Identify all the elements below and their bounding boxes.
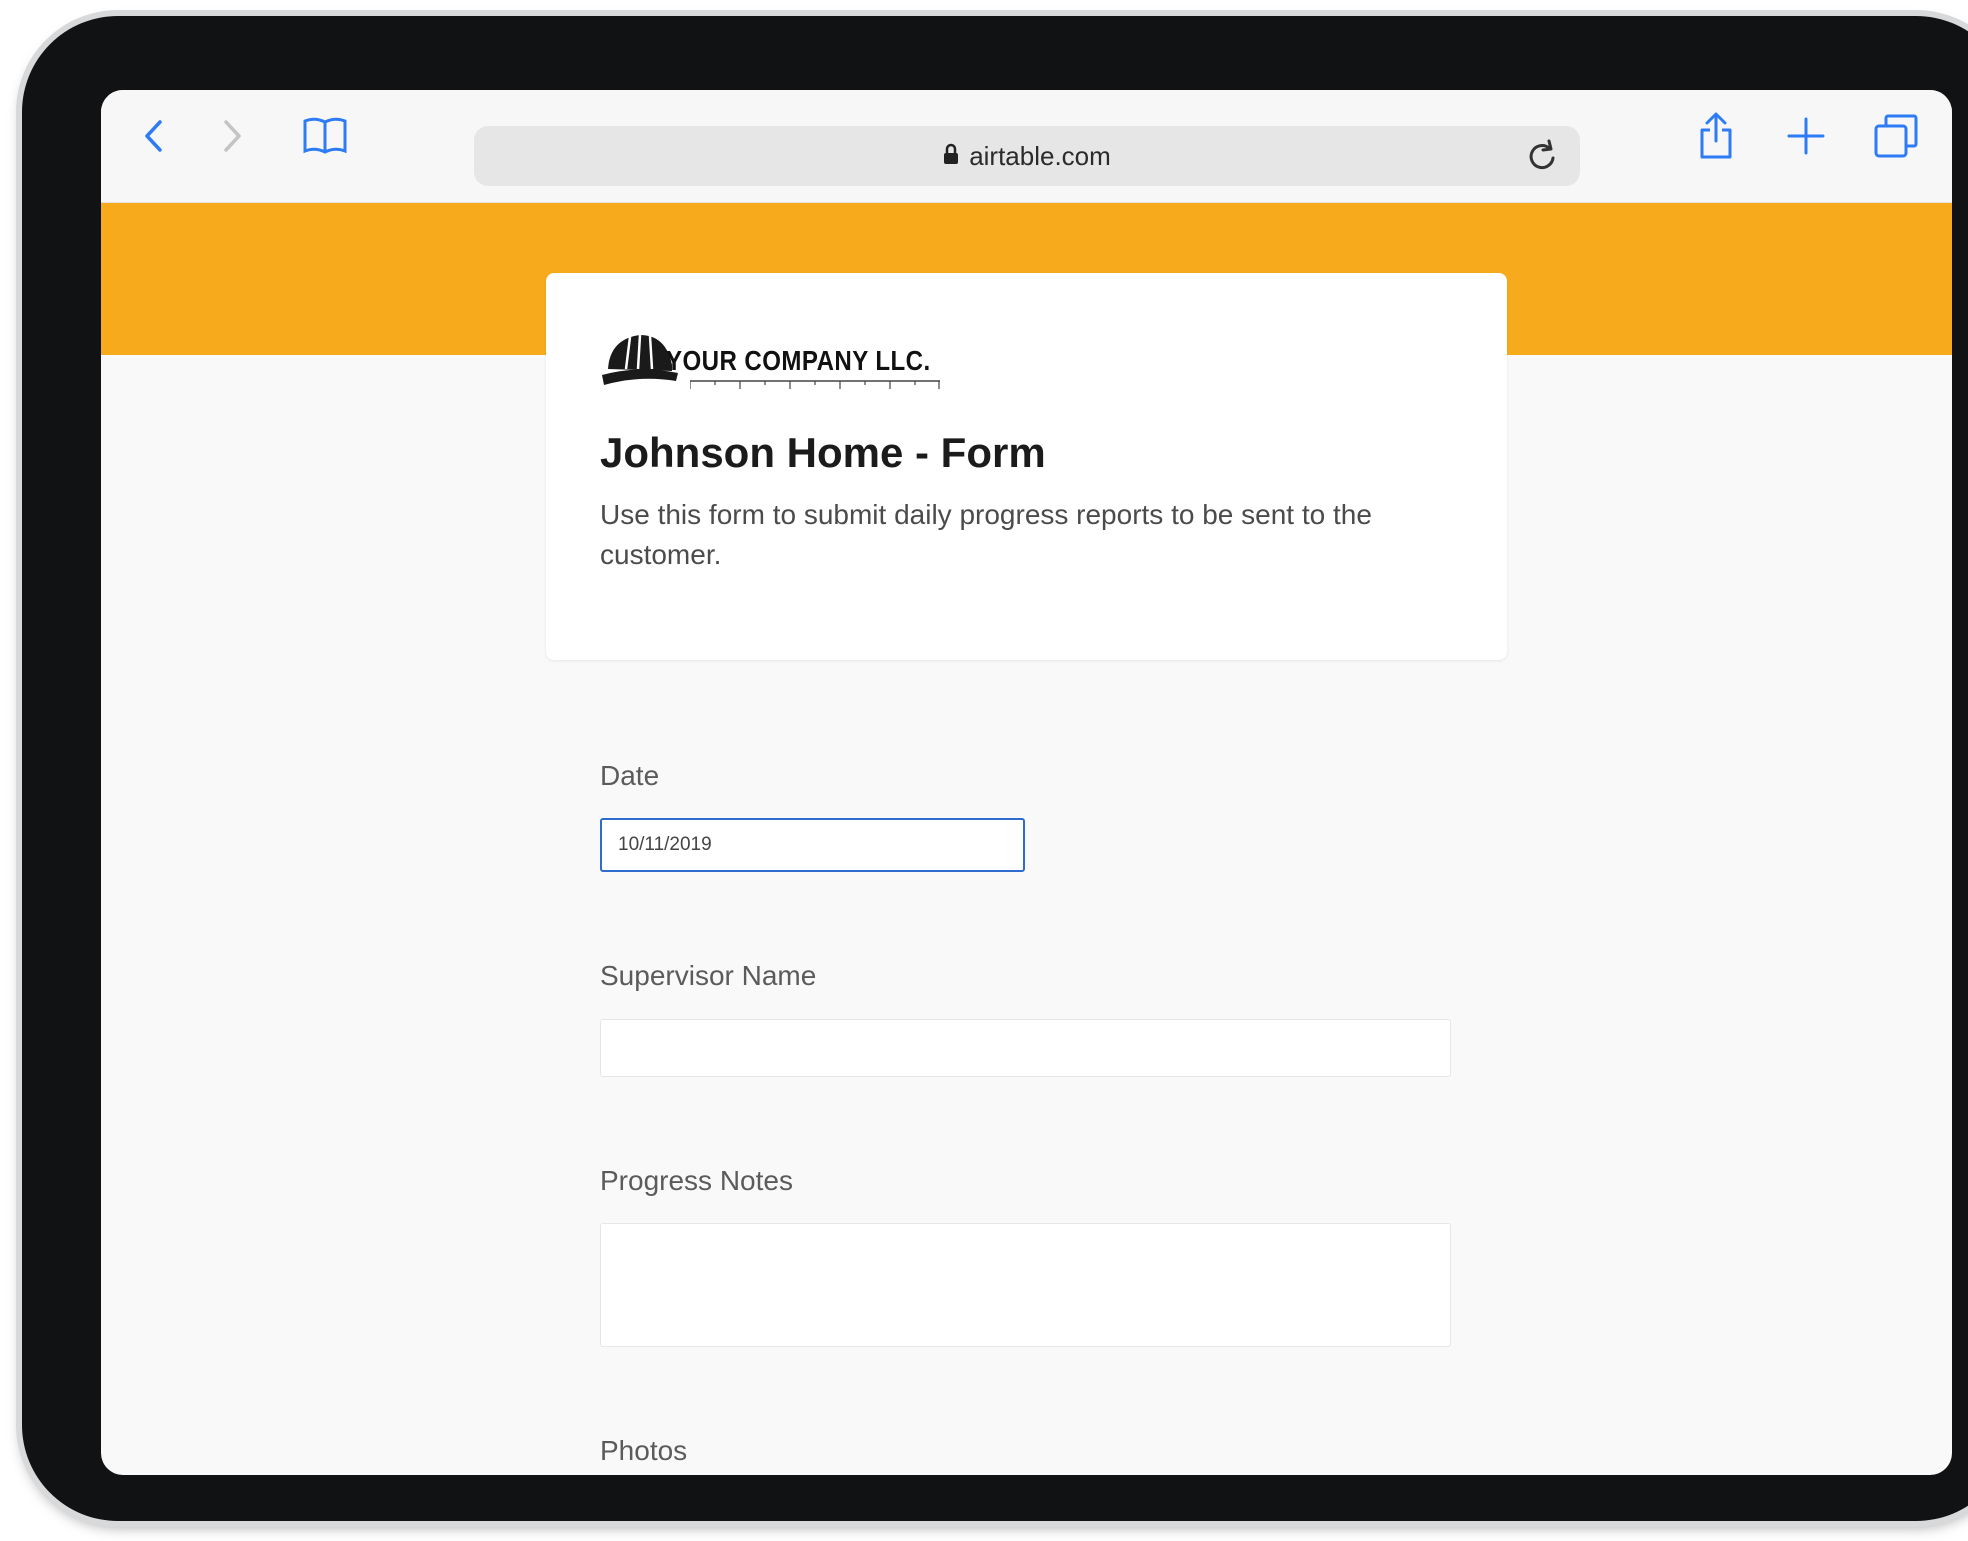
form-header-card: YOUR COMPANY LLC. Johnson Home - Form Us… xyxy=(546,273,1507,660)
browser-toolbar: airtable.com xyxy=(101,90,1952,203)
photos-label: Photos xyxy=(600,1435,688,1466)
progress-notes-label: Progress Notes xyxy=(600,1165,793,1196)
date-field-label: Date xyxy=(600,760,660,791)
form-title: Johnson Home - Form xyxy=(600,429,1046,476)
company-logo: YOUR COMPANY LLC. xyxy=(600,325,940,395)
lock-icon xyxy=(943,141,959,172)
new-tab-icon[interactable] xyxy=(1784,112,1828,160)
supervisor-name-input[interactable] xyxy=(600,1019,1451,1077)
date-input[interactable]: 10/11/2019 xyxy=(600,818,1025,872)
forward-icon[interactable] xyxy=(214,112,250,160)
progress-notes-textarea[interactable] xyxy=(600,1223,1451,1347)
tabs-overview-icon[interactable] xyxy=(1871,112,1921,160)
browser-screen: airtable.com YOUR COMPANY LLC. Johnson H… xyxy=(101,90,1952,1475)
ruler-underline xyxy=(690,380,940,389)
ipad-device-frame: airtable.com YOUR COMPANY LLC. Johnson H… xyxy=(22,16,1968,1521)
url-text: airtable.com xyxy=(969,140,1111,171)
form-description: Use this form to submit daily progress r… xyxy=(600,499,1372,570)
bookmarks-icon[interactable] xyxy=(298,112,352,160)
company-name: YOUR COMPANY LLC. xyxy=(666,345,931,376)
address-bar[interactable]: airtable.com xyxy=(474,126,1580,186)
back-icon[interactable] xyxy=(135,112,171,160)
share-icon[interactable] xyxy=(1694,112,1738,160)
supervisor-name-label: Supervisor Name xyxy=(600,960,817,991)
reload-icon[interactable] xyxy=(1526,137,1560,180)
